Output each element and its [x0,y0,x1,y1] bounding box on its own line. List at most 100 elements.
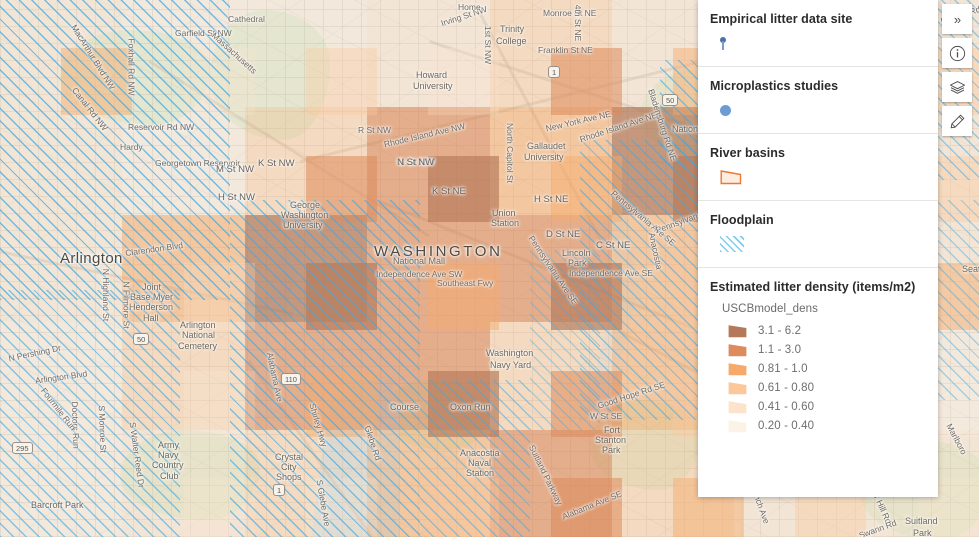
map-label: K St NE [432,186,466,197]
map-label: Georgetown Reservoir [155,158,241,168]
map-label: Monroe St NE [543,8,597,18]
legend-section-title: Floodplain [710,213,774,227]
layers-button[interactable] [942,72,972,102]
map-label: Country [152,460,184,470]
map-label: N Pershing Dr [7,342,62,364]
map-label: University [413,81,453,91]
map-label: Union [492,208,516,218]
map-label: Stanton [595,435,627,445]
legend-density-field-name: USCBmodel_dens [722,303,819,315]
map-label: Joint [142,282,162,292]
route-shield: 295 [12,442,33,454]
map-label: Hall [143,313,159,323]
map-label: Cathedral [228,14,265,24]
route-shield: 50 [133,333,150,345]
map-label: Good Hope Rd SE [596,379,667,411]
map-label: National Mall [393,256,446,266]
diagonal-hatch-icon [720,236,744,252]
map-label: Naval [468,458,492,468]
map-label: Massachusetts [209,30,259,76]
map-label: Base Myer [130,292,174,302]
map-label: Oxon Run [450,402,491,412]
map-label: Canal Rd NW [70,85,110,133]
map-label: Reservoir Rd NW [128,122,195,132]
map-label: University [283,220,323,230]
route-shield: 1 [273,484,286,496]
legend-density-class-label: 1.1 - 3.0 [758,343,802,356]
map-label: Station [466,468,495,478]
map-label: S Glebe Ave [314,478,333,528]
info-circle-icon [949,45,965,61]
map-label: K St NW [258,158,295,169]
map-label: C St NE [596,240,631,251]
map-label: W St SE [590,411,623,421]
map-label: D St NE [546,229,581,240]
map-label: Washington [281,210,329,220]
map-label: Anacostia [646,231,665,271]
map-label: N Highland St [101,268,112,322]
legend-density-class-row: 0.41 - 0.60 [710,397,938,416]
legend-section-litter-density: Estimated litter density (items/m2) USCB… [698,268,938,445]
map-label: Station [491,218,520,228]
map-label: Fort [604,425,621,435]
legend-section-floodplain: Floodplain [698,201,938,268]
map-label: Navy Yard [490,360,532,370]
map-label: Arlington Blvd [34,368,88,386]
map-label: Anacostia [460,448,500,458]
route-shield: 110 [281,373,301,385]
layers-stack-icon [949,80,965,94]
map-label: Cemetery [178,341,218,351]
density-swatch-icon [728,343,747,356]
legend-density-class-label: 3.1 - 6.2 [758,324,802,337]
map-label: Arlington [180,320,216,330]
map-label: Crystal [275,452,304,462]
map-label: Marlboro [944,421,970,457]
map-label: North Capitol St [505,123,515,183]
map-label: Arlington [60,250,123,267]
map-label: 1st St NW [483,25,494,65]
expand-collapse-button[interactable]: » [942,4,972,34]
map-label: Howard [416,70,448,80]
circle-point-icon [720,104,731,116]
map-label: Suitland Parkway [526,443,565,507]
chevron-double-right-icon: » [953,11,961,27]
map-label: Fourmile Run [38,385,79,433]
map-label: Clarendon Blvd [124,240,184,258]
map-label: H St NW [218,192,255,203]
map-label: Alabama Ave SE [560,488,624,522]
measure-button[interactable] [942,106,972,136]
map-label: Home [458,2,481,12]
map-label: National [182,330,216,340]
legend-density-class-label: 0.41 - 0.60 [758,400,815,413]
map-label: Seat [962,264,979,274]
route-shield: 50 [662,94,679,106]
map-label: N Filmore St [121,281,132,329]
info-button[interactable] [942,38,972,68]
legend-section-empirical-litter: Empirical litter data site [698,0,938,67]
map-label: WASHINGTON [374,243,503,260]
map-label: Independence Ave SE [569,268,653,278]
map-label: Rhode Island Ave NE [578,109,659,145]
map-label: Franklin St NE [538,45,593,55]
map-label: Army [158,440,179,450]
density-swatch-icon [728,381,747,394]
map-label: Washington [486,348,534,358]
density-swatch-icon [728,419,747,432]
density-swatch-icon [728,362,747,375]
map-label: Hardy [120,142,143,152]
map-label: Barcroft Park [31,500,84,510]
map-label: New York Ave NE [544,108,612,134]
map-label: Foxhall Rd NW [126,38,137,96]
map-toolbar[interactable]: » [942,4,972,136]
map-pin-icon [720,36,726,50]
map-label: M St NW [216,164,254,175]
legend-panel[interactable]: Empirical litter data site Microplastics… [698,0,938,497]
map-label: Shirley Hwy [307,402,330,448]
map-label: College [496,36,527,46]
legend-symbol-row [710,30,938,56]
density-swatch-icon [728,324,747,337]
map-label: City [281,462,297,472]
map-label: Doctors Run [69,401,82,449]
legend-section-river-basins: River basins [698,134,938,201]
legend-section-title: River basins [710,146,785,160]
